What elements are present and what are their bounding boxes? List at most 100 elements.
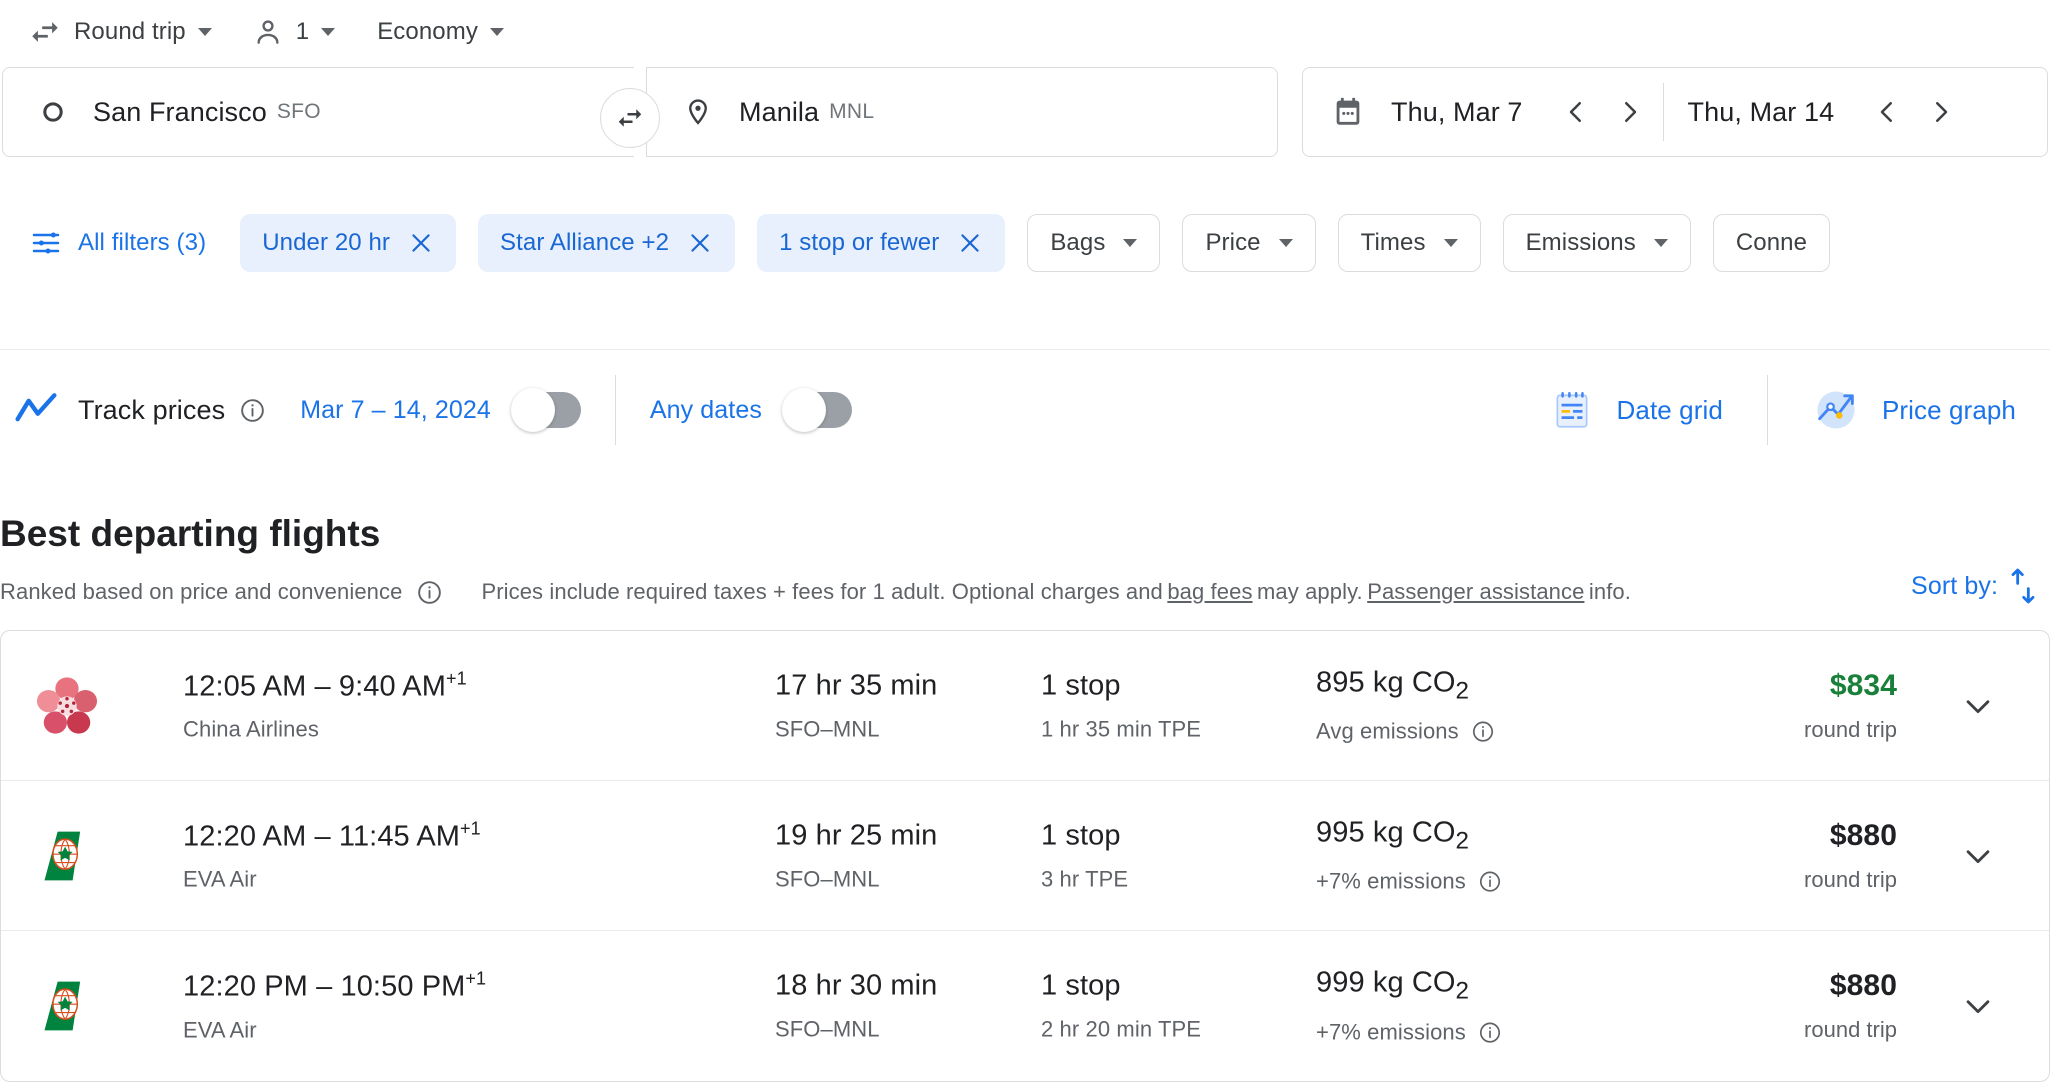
filter-chip-label: Star Alliance +2 [500, 229, 670, 256]
any-dates-toggle[interactable] [781, 388, 852, 432]
all-filters-button[interactable]: All filters (3) [18, 215, 218, 271]
price-graph-button[interactable]: Price graph [1796, 380, 2032, 440]
return-date-prev-button[interactable] [1860, 85, 1914, 139]
passenger-count-label: 1 [295, 18, 310, 45]
toggle-knob [510, 388, 555, 432]
airline-logo [1, 826, 133, 886]
remove-filter-icon[interactable] [687, 230, 713, 256]
swap-origin-destination-button[interactable] [600, 88, 660, 148]
flight-price: $880 [1829, 969, 1897, 1002]
flight-price-cell: $880 round trip [1804, 819, 1897, 893]
table-row[interactable]: 12:20 PM – 10:50 PM+1 EVA Air 18 hr 30 m… [1, 931, 2049, 1081]
cabin-class-selector[interactable]: Economy [363, 8, 518, 56]
swap-horizontal-icon [28, 15, 62, 49]
departure-date-value[interactable]: Thu, Mar 7 [1391, 97, 1523, 128]
flight-route: SFO–MNL [775, 716, 880, 741]
track-prices-bar: Track prices Mar 7 – 14, 2024 Any dates [0, 370, 2050, 450]
flight-price-note: round trip [1804, 1017, 1897, 1042]
flight-stops-cell: 1 stop 2 hr 20 min TPE [1041, 970, 1201, 1043]
emissions-note-wrap: Avg emissions [1316, 719, 1495, 745]
filter-chip-label: Bags [1050, 229, 1106, 256]
emissions-info-icon[interactable] [1478, 870, 1502, 894]
expand-flight-button[interactable] [1951, 829, 2005, 883]
flight-time-cell: 12:20 PM – 10:50 PM+1 EVA Air [183, 969, 486, 1044]
flight-price-cell: $880 round trip [1804, 969, 1897, 1043]
passenger-assistance-link[interactable]: Passenger assistance [1367, 579, 1584, 605]
sort-by-button[interactable]: Sort by: [1911, 566, 2040, 606]
flight-times: 12:20 AM – 11:45 AM+1 [183, 818, 481, 852]
info-icon[interactable] [239, 397, 266, 424]
track-date-range-toggle[interactable] [510, 388, 581, 432]
date-grid-button[interactable]: Date grid [1533, 380, 1739, 440]
filter-chip-label: Under 20 hr [262, 229, 391, 256]
flight-duration: 17 hr 35 min [775, 669, 938, 701]
airline-name: China Airlines [183, 716, 319, 742]
emissions-note-wrap: +7% emissions [1316, 1019, 1502, 1045]
flight-duration: 19 hr 25 min [775, 819, 938, 851]
emissions-info-icon[interactable] [1471, 720, 1495, 744]
trip-type-selector[interactable]: Round trip [14, 8, 226, 56]
any-dates-label[interactable]: Any dates [650, 396, 762, 425]
flight-price: $834 [1829, 668, 1897, 702]
expand-flight-button[interactable] [1951, 679, 2005, 733]
filter-chip-star-alliance[interactable]: Star Alliance +2 [478, 214, 736, 272]
emissions-info-icon[interactable] [1478, 1020, 1502, 1044]
price-graph-icon [1812, 386, 1860, 434]
location-pin-icon [683, 97, 713, 127]
chevron-down-icon [197, 28, 212, 36]
table-row[interactable]: 12:05 AM – 9:40 AM+1 China Airlines 17 h… [1, 631, 2049, 781]
flight-emissions-cell: 895 kg CO2 Avg emissions [1316, 666, 1495, 745]
flight-duration-cell: 18 hr 30 min SFO–MNL [775, 970, 937, 1043]
table-row[interactable]: 12:20 AM – 11:45 AM+1 EVA Air 19 hr 25 m… [1, 781, 2049, 931]
ranking-info-icon[interactable] [416, 579, 443, 606]
flight-price-cell: $834 round trip [1804, 669, 1897, 743]
origin-input[interactable]: San Francisco SFO [2, 67, 634, 157]
filter-chip-label: Emissions [1525, 229, 1636, 256]
flight-emissions: 995 kg CO2 [1316, 816, 1470, 854]
destination-input[interactable]: Manila MNL [646, 67, 1278, 157]
eva-air-tailfin-icon [44, 831, 81, 880]
remove-filter-icon[interactable] [957, 230, 983, 256]
filter-chip-under-20-hr[interactable]: Under 20 hr [240, 214, 457, 272]
bag-fees-link[interactable]: bag fees [1167, 579, 1252, 605]
departure-date-group: Thu, Mar 7 [1303, 68, 1657, 156]
prices-note-part3: info. [1588, 579, 1631, 604]
remove-filter-icon[interactable] [408, 230, 434, 256]
filter-chip-price[interactable]: Price [1182, 214, 1316, 272]
departure-date-next-button[interactable] [1603, 85, 1657, 139]
airline-logo [1, 976, 133, 1036]
return-date-next-button[interactable] [1914, 85, 1968, 139]
sort-arrows-icon [2006, 566, 2040, 606]
trip-type-label: Round trip [74, 18, 186, 45]
filter-chip-connecting-airports[interactable]: Conne [1712, 214, 1831, 272]
filter-chip-bags[interactable]: Bags [1027, 214, 1161, 272]
view-tools-group: Date grid Price graph [1533, 370, 2032, 450]
track-prices-label: Track prices [78, 394, 226, 425]
origin-code: SFO [276, 100, 321, 123]
flight-stops: 1 stop [1041, 669, 1121, 701]
origin-city: San Francisco [93, 96, 267, 127]
toggle-knob [781, 388, 826, 432]
date-range-field: Thu, Mar 7 Thu, Mar 14 [1302, 67, 2048, 157]
filter-chip-stops[interactable]: 1 stop or fewer [757, 214, 1006, 272]
passengers-selector[interactable]: 1 [238, 8, 349, 56]
flight-emissions-cell: 999 kg CO2 +7% emissions [1316, 967, 1502, 1046]
emissions-note: +7% emissions [1316, 1019, 1466, 1045]
sort-by-label: Sort by: [1911, 571, 1998, 600]
flight-route: SFO–MNL [775, 1016, 880, 1042]
return-date-value[interactable]: Thu, Mar 14 [1688, 97, 1835, 128]
expand-flight-button[interactable] [1951, 979, 2005, 1033]
filter-chip-times[interactable]: Times [1337, 214, 1481, 272]
cabin-class-label: Economy [377, 18, 478, 45]
flight-layover: 1 hr 35 min TPE [1041, 716, 1202, 741]
flight-duration-cell: 19 hr 25 min SFO–MNL [775, 819, 937, 892]
return-date-group: Thu, Mar 14 [1670, 68, 1969, 156]
prices-note-part1: Prices include required taxes + fees for… [481, 579, 1163, 604]
chevron-down-icon [1443, 239, 1458, 247]
filter-chip-emissions[interactable]: Emissions [1502, 214, 1691, 272]
prices-note-part2: may apply. [1257, 579, 1363, 604]
track-date-range-label[interactable]: Mar 7 – 14, 2024 [300, 396, 491, 425]
departure-date-prev-button[interactable] [1549, 85, 1603, 139]
eva-air-tailfin-icon [44, 981, 81, 1031]
flight-layover: 3 hr TPE [1041, 866, 1129, 891]
